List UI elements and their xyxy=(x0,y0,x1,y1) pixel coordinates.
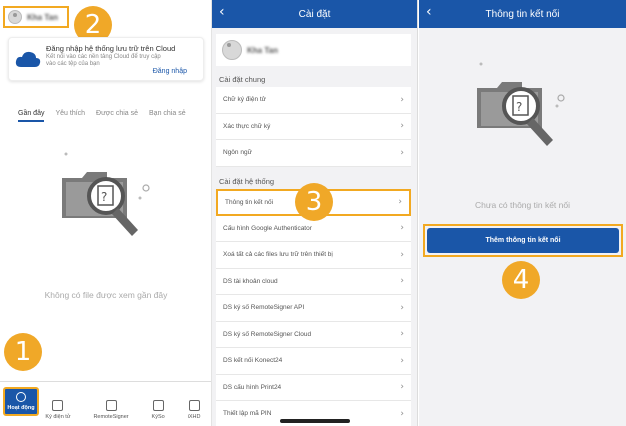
setting-label: Chữ ký điện tử xyxy=(223,96,267,104)
chevron-right-icon: › xyxy=(400,249,404,260)
chevron-right-icon: › xyxy=(400,329,404,340)
chevron-right-icon: › xyxy=(400,302,404,313)
cloud-login-link[interactable]: Đăng nhập xyxy=(153,68,187,75)
home-indicator xyxy=(280,419,350,423)
file-tabs: Gần đây Yêu thích Được chia sẻ Bạn chia … xyxy=(18,110,186,122)
nav-remote-signer[interactable]: RemoteSigner xyxy=(93,400,129,420)
tab-recent[interactable]: Gần đây xyxy=(18,110,45,122)
setting-label: DS kết nối Konect24 xyxy=(223,357,283,365)
settings-screen: ‹ Cài đặt Kha Tan Cài đặt chung Chữ ký đ… xyxy=(212,0,418,426)
nav-ixhd[interactable]: iXHD xyxy=(187,400,201,420)
chevron-right-icon: › xyxy=(398,197,402,208)
cloud-login-card: Đăng nhập hệ thống lưu trữ trên Cloud Kế… xyxy=(8,37,204,81)
tab-favorites[interactable]: Yêu thích xyxy=(55,110,85,122)
nav-ixhd-label: iXHD xyxy=(187,414,201,420)
setting-label: DS cấu hình Print24 xyxy=(223,383,282,391)
setting-item[interactable]: Xoá tất cả các files lưu trữ trên thiết … xyxy=(216,242,411,269)
setting-label: DS tài khoản cloud xyxy=(223,277,278,285)
system-settings-list: Thông tin kết nối › Cấu hình Google Authe… xyxy=(216,189,411,426)
step-badge-4: 4 xyxy=(502,261,540,299)
avatar-icon xyxy=(8,10,22,24)
setting-item[interactable]: Chữ ký điện tử › xyxy=(216,87,411,114)
nav-digital-signature[interactable]: Ký điện tử xyxy=(45,400,71,420)
avatar-icon xyxy=(222,40,242,60)
nav-remote-signer-label: RemoteSigner xyxy=(93,414,129,420)
connection-info-screen: ‹ Thông tin kết nối ? Chưa có thông tin … xyxy=(419,0,626,426)
back-arrow-icon[interactable]: ‹ xyxy=(219,4,225,20)
chevron-right-icon: › xyxy=(400,276,404,287)
nav-activity[interactable]: Hoạt động xyxy=(3,387,39,416)
empty-recent-message: Không có file được xem gần đây xyxy=(44,290,168,300)
settings-user-row[interactable]: Kha Tan xyxy=(216,34,411,66)
setting-item[interactable]: DS ký số RemoteSigner Cloud › xyxy=(216,322,411,348)
nav-activity-label: Hoạt động xyxy=(7,405,35,411)
tab-shared-with-me[interactable]: Được chia sẻ xyxy=(96,110,138,122)
svg-text:?: ? xyxy=(101,190,107,204)
cloud-card-title: Đăng nhập hệ thống lưu trữ trên Cloud xyxy=(46,44,176,53)
nav-digital-signature-label: Ký điện tử xyxy=(45,414,71,420)
empty-folder-illustration: ? xyxy=(62,152,150,236)
section-general: Cài đặt chung xyxy=(219,75,266,84)
lock-icon xyxy=(152,400,164,411)
chevron-right-icon: › xyxy=(400,223,404,234)
back-arrow-icon[interactable]: ‹ xyxy=(426,4,432,20)
setting-label: Ngôn ngữ xyxy=(223,149,252,157)
user-name: Kha Tan xyxy=(247,45,278,55)
tab-shared-by-me[interactable]: Bạn chia sẻ xyxy=(149,110,186,122)
chevron-right-icon: › xyxy=(400,94,404,105)
user-name: Kha Tan xyxy=(27,12,58,22)
setting-label: DS ký số RemoteSigner API xyxy=(223,304,305,312)
setting-label: Thông tin kết nối xyxy=(225,198,274,206)
setting-item[interactable]: DS kết nối Konect24 › xyxy=(216,348,411,375)
pen-icon xyxy=(52,400,64,411)
chevron-right-icon: › xyxy=(400,408,404,419)
remote-signer-icon xyxy=(105,400,117,411)
setting-label: Thiết lập mã PIN xyxy=(223,410,272,418)
setting-label: Xoá tất cả các files lưu trữ trên thiết … xyxy=(223,251,333,259)
page-title: Cài đặt xyxy=(298,8,331,20)
cloud-icon xyxy=(15,51,41,67)
connection-header: ‹ Thông tin kết nối xyxy=(419,0,626,28)
page-title: Thông tin kết nối xyxy=(485,8,560,20)
setting-item[interactable]: DS ký số RemoteSigner API › xyxy=(216,295,411,322)
setting-label: Cấu hình Google Authenticator xyxy=(223,224,312,232)
setting-item[interactable]: Ngôn ngữ › xyxy=(216,140,411,167)
user-profile-button[interactable]: Kha Tan xyxy=(3,6,69,28)
step-badge-3: 3 xyxy=(295,183,333,221)
general-settings-list: Chữ ký điện tử › Xác thực chữ ký › Ngôn ng… xyxy=(216,87,411,167)
add-connection-button-highlight: Thêm thông tin kết nối xyxy=(423,224,623,257)
step-badge-1: 1 xyxy=(4,333,42,371)
home-screen: Kha Tan 2 Đăng nhập hệ thống lưu trữ trê… xyxy=(0,0,212,426)
setting-label: Xác thực chữ ký xyxy=(223,122,271,130)
history-icon xyxy=(16,392,26,402)
invoice-icon xyxy=(188,400,200,411)
empty-connection-message: Chưa có thông tin kết nối xyxy=(475,200,570,210)
section-system: Cài đặt hệ thống xyxy=(219,177,275,186)
settings-header: ‹ Cài đặt xyxy=(212,0,417,28)
setting-item[interactable]: DS tài khoản cloud › xyxy=(216,269,411,295)
chevron-right-icon: › xyxy=(400,355,404,366)
empty-folder-illustration: ? xyxy=(477,62,565,146)
nav-kyso[interactable]: KýSo xyxy=(152,400,165,420)
chevron-right-icon: › xyxy=(400,147,404,158)
setting-item[interactable]: Xác thực chữ ký › xyxy=(216,114,411,140)
chevron-right-icon: › xyxy=(400,382,404,393)
cloud-card-description: Kết nối vào các nền tảng Cloud để truy c… xyxy=(46,54,161,67)
svg-text:?: ? xyxy=(516,100,522,114)
nav-kyso-label: KýSo xyxy=(151,414,165,420)
setting-label: DS ký số RemoteSigner Cloud xyxy=(223,330,312,338)
add-connection-button[interactable]: Thêm thông tin kết nối xyxy=(427,228,619,253)
setting-item[interactable]: DS cấu hình Print24 › xyxy=(216,375,411,401)
chevron-right-icon: › xyxy=(400,121,404,132)
